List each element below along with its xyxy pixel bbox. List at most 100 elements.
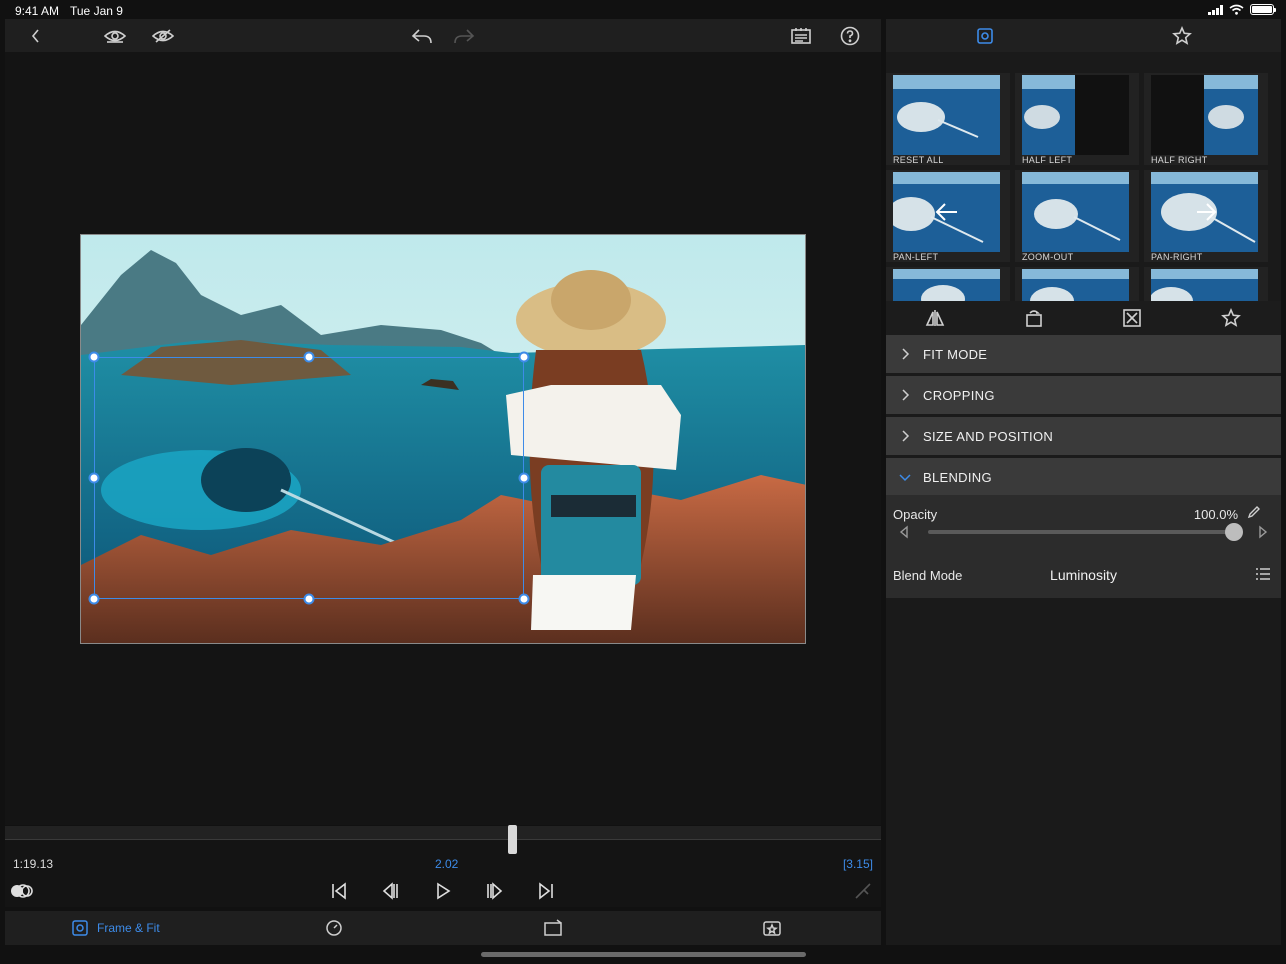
- preset-pan-left[interactable]: PAN-LEFT: [886, 170, 1010, 262]
- preset-thumbnail: [1022, 269, 1129, 301]
- system-indicators: [1208, 4, 1276, 15]
- frame-fit-icon: [72, 920, 88, 936]
- preset-grid: RESET ALL HALF LEFT HALF RIGHT PAN-LEFT: [886, 73, 1281, 301]
- increment-arrow-icon[interactable]: [1258, 525, 1268, 544]
- status-date: Tue Jan 9: [70, 4, 123, 18]
- redo-icon[interactable]: [451, 23, 477, 49]
- resize-handle-left[interactable]: [88, 472, 100, 484]
- tab-crop-transform[interactable]: [543, 911, 563, 945]
- duration-timecode: [3.15]: [842, 857, 873, 871]
- tab-speed[interactable]: [325, 911, 343, 945]
- section-label: BLENDING: [923, 469, 992, 485]
- section-label: FIT MODE: [923, 346, 988, 362]
- preset-thumbnail: [1151, 269, 1258, 301]
- section-label: CROPPING: [923, 387, 995, 403]
- preset-label: PAN-RIGHT: [1151, 252, 1203, 262]
- section-cropping[interactable]: CROPPING: [886, 376, 1281, 414]
- clip-timecode: 2.02: [435, 857, 459, 871]
- blend-mode-value[interactable]: Luminosity: [886, 567, 1281, 583]
- chevron-right-icon: [886, 388, 923, 402]
- step-forward-icon[interactable]: [482, 878, 508, 904]
- list-icon[interactable]: [1255, 567, 1271, 586]
- preset-label: HALF LEFT: [1022, 155, 1073, 165]
- resize-handle-bottom-right[interactable]: [518, 593, 530, 605]
- favorites-star-icon[interactable]: [1169, 23, 1195, 49]
- flip-icon[interactable]: [922, 305, 948, 331]
- preset-item[interactable]: [1144, 267, 1268, 301]
- status-time: 9:41 AM: [15, 4, 60, 18]
- rotate-icon[interactable]: [1021, 305, 1047, 331]
- inspector-panel: RESET ALL HALF LEFT HALF RIGHT PAN-LEFT: [886, 19, 1281, 945]
- section-size-and-position[interactable]: SIZE AND POSITION: [886, 417, 1281, 455]
- preset-item[interactable]: [1015, 267, 1139, 301]
- opacity-value[interactable]: 100.0%: [1194, 507, 1238, 522]
- inspector-tabs: [886, 19, 1281, 52]
- resize-handle-top[interactable]: [303, 351, 315, 363]
- preset-label: HALF RIGHT: [1151, 155, 1208, 165]
- frame-fit-icon[interactable]: [972, 23, 998, 49]
- timeline: 1:19.13 2.02 [3.15]: [5, 825, 881, 907]
- preset-label: ZOOM-OUT: [1022, 252, 1074, 262]
- opacity-slider-thumb[interactable]: [1225, 523, 1243, 541]
- wifi-icon: [1229, 4, 1244, 15]
- blending-controls: Opacity 100.0% Blend Mode Luminosity: [886, 495, 1281, 598]
- selection-bounding-box[interactable]: [94, 357, 524, 599]
- undo-icon[interactable]: [409, 23, 435, 49]
- resize-handle-bottom[interactable]: [303, 593, 315, 605]
- skip-to-start-icon[interactable]: [326, 878, 352, 904]
- notes-icon[interactable]: [788, 23, 814, 49]
- preset-item[interactable]: [886, 267, 1010, 301]
- decrement-arrow-icon[interactable]: [899, 525, 909, 544]
- speed-gauge-icon: [326, 920, 342, 936]
- tab-frame-fit-label: Frame & Fit: [97, 921, 160, 935]
- preset-reset-all[interactable]: RESET ALL: [886, 73, 1010, 165]
- preset-label: RESET ALL: [893, 155, 944, 165]
- tab-frame-fit[interactable]: Frame & Fit: [71, 911, 160, 945]
- help-icon[interactable]: [837, 23, 863, 49]
- preset-thumbnail: [1151, 75, 1258, 155]
- play-icon[interactable]: [430, 878, 456, 904]
- razor-icon[interactable]: [850, 878, 876, 904]
- eye-icon[interactable]: [102, 23, 128, 49]
- preset-zoom-out[interactable]: ZOOM-OUT: [1015, 170, 1139, 262]
- inspector-tool-icons: [886, 301, 1281, 335]
- current-timecode: 1:19.13: [13, 857, 54, 871]
- chevron-down-icon: [886, 472, 923, 482]
- audio-waveform-icon[interactable]: [8, 878, 34, 904]
- preset-label: PAN-LEFT: [893, 252, 939, 262]
- preset-half-right[interactable]: HALF RIGHT: [1144, 73, 1268, 165]
- preset-thumbnail: [893, 172, 1000, 252]
- preset-half-left[interactable]: HALF LEFT: [1015, 73, 1139, 165]
- effects-icon: [763, 921, 781, 936]
- crop-transform-icon: [544, 919, 562, 936]
- status-bar: 9:41 AM Tue Jan 9: [0, 0, 1286, 20]
- preset-thumbnail: [893, 269, 1000, 301]
- step-back-icon[interactable]: [377, 878, 403, 904]
- timeline-scrubber-track[interactable]: [5, 826, 881, 840]
- bottom-tab-bar: Frame & Fit: [5, 911, 881, 945]
- eye-slash-icon[interactable]: [150, 23, 176, 49]
- resize-handle-top-left[interactable]: [88, 351, 100, 363]
- preset-pan-right[interactable]: PAN-RIGHT: [1144, 170, 1268, 262]
- section-label: SIZE AND POSITION: [923, 428, 1054, 444]
- home-indicator: [481, 952, 806, 957]
- back-icon[interactable]: [23, 23, 49, 49]
- resize-handle-top-right[interactable]: [518, 351, 530, 363]
- resize-handle-right[interactable]: [518, 472, 530, 484]
- resize-handle-bottom-left[interactable]: [88, 593, 100, 605]
- opacity-label: Opacity: [893, 507, 938, 522]
- section-blending[interactable]: BLENDING: [886, 458, 1281, 496]
- cellular-signal-icon: [1208, 4, 1223, 15]
- battery-icon: [1250, 4, 1276, 15]
- playhead-handle[interactable]: [508, 825, 517, 854]
- pencil-icon[interactable]: [1247, 505, 1261, 524]
- chevron-right-icon: [886, 347, 923, 361]
- skip-to-end-icon[interactable]: [533, 878, 559, 904]
- star-icon[interactable]: [1218, 305, 1244, 331]
- fit-icon[interactable]: [1119, 305, 1145, 331]
- opacity-slider[interactable]: [928, 530, 1234, 534]
- tab-effects[interactable]: [762, 911, 782, 945]
- section-fit-mode[interactable]: FIT MODE: [886, 335, 1281, 373]
- preset-thumbnail: [893, 75, 1000, 155]
- chevron-right-icon: [886, 429, 923, 443]
